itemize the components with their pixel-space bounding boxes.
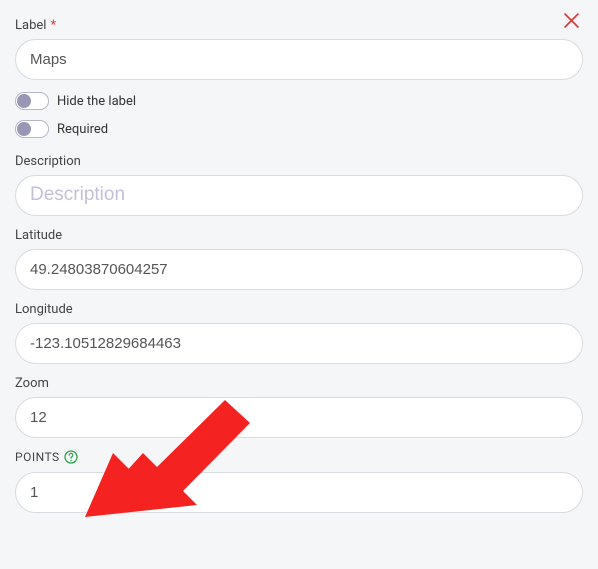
description-label: Description [15,154,583,169]
label-field-label: Label* [15,18,583,33]
help-icon[interactable] [64,450,78,464]
required-toggle[interactable] [15,120,49,138]
toggle-knob [17,122,31,136]
longitude-label: Longitude [15,302,583,317]
hide-label-toggle[interactable] [15,92,49,110]
zoom-label: Zoom [15,376,583,391]
required-asterisk: * [50,18,56,33]
description-input[interactable] [15,175,583,216]
latitude-label: Latitude [15,228,583,243]
latitude-input[interactable] [15,249,583,290]
toggle-knob [17,94,31,108]
close-button[interactable] [563,12,580,33]
longitude-input[interactable] [15,323,583,364]
close-icon [563,12,580,29]
points-input[interactable] [15,472,583,513]
points-label: POINTS [15,450,60,464]
zoom-input[interactable] [15,397,583,438]
hide-label-text: Hide the label [57,94,136,109]
required-text: Required [57,122,108,137]
label-input[interactable] [15,39,583,80]
